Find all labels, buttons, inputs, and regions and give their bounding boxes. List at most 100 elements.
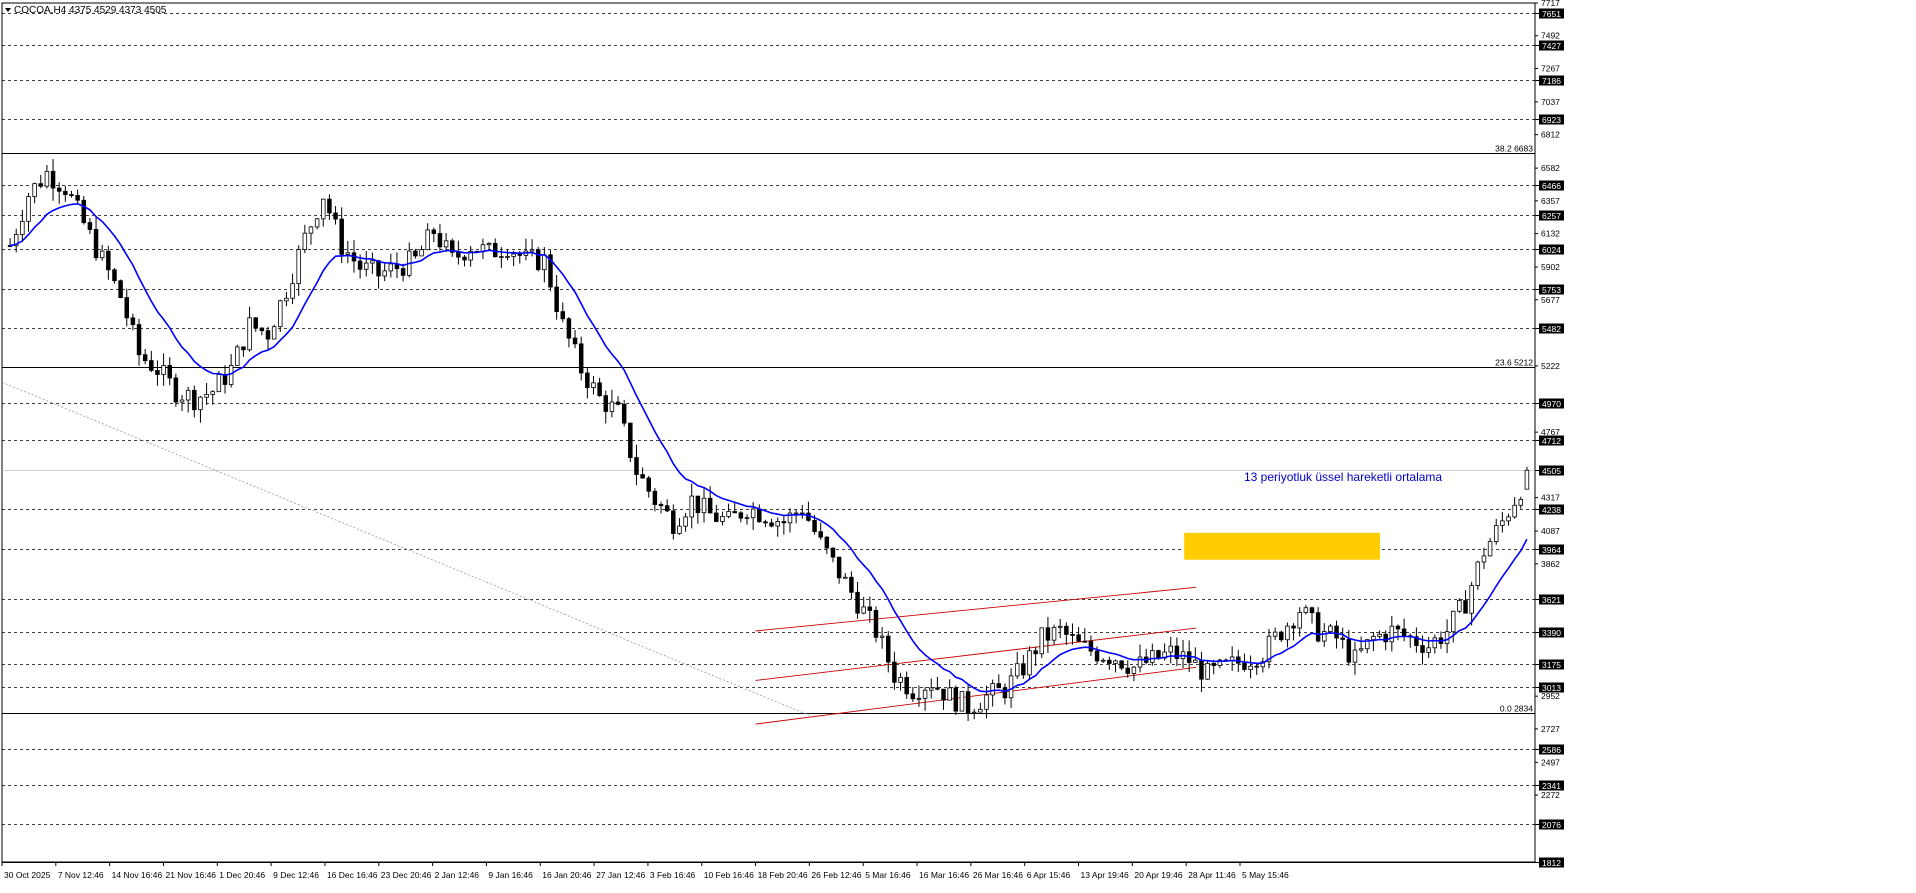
candle-bullish (388, 263, 394, 272)
price-axis-label: 3862 (1541, 559, 1560, 569)
candle-bullish (1272, 631, 1278, 637)
grid-layer (2, 13, 1535, 863)
chart-canvas[interactable]: 38.2 6683 23.6 5212 0.0 2834 7651 7427 7186 6… (0, 0, 1916, 888)
candle-bearish (707, 497, 713, 514)
candle-bearish (1334, 625, 1339, 639)
candle-bearish (996, 683, 1002, 689)
candle-bullish (505, 256, 510, 258)
price-marker-label: 4505 (1542, 466, 1561, 476)
candle-bullish (928, 687, 934, 691)
candle-bearish (167, 365, 172, 379)
candle-bullish (1358, 648, 1364, 651)
candle-bullish (26, 196, 31, 222)
price-chart[interactable]: 38.2 6683 23.6 5212 0.0 2834 7651 7427 7186 6… (0, 0, 1916, 888)
time-axis[interactable]: 30 Oct 2025 7 Nov 12:46 14 Nov 16:46 21 Nov… (1, 862, 1535, 880)
candle-bullish (314, 218, 320, 228)
candle-bullish (609, 401, 615, 412)
candle-bearish (566, 318, 572, 339)
candle-bearish (953, 687, 959, 712)
candle-bullish (843, 576, 848, 579)
candle-bearish (615, 401, 621, 405)
candle-bearish (781, 521, 787, 524)
candle-bullish (185, 389, 191, 401)
candle-bullish (1137, 656, 1143, 668)
candle-bearish (664, 505, 670, 512)
candle-bearish (437, 233, 443, 248)
candle-bearish (81, 199, 87, 223)
candle-bullish (1518, 499, 1524, 506)
price-marker-label: 5753 (1542, 285, 1561, 295)
candle-bearish (56, 187, 62, 192)
candle-bullish (978, 708, 983, 713)
price-marker-label: 7427 (1542, 41, 1561, 51)
price-marker-label: 3390 (1542, 628, 1561, 638)
candle-bearish (1002, 687, 1008, 699)
candle-bullish (775, 521, 780, 527)
price-marker-label: 7651 (1542, 9, 1561, 19)
candle-bearish (118, 280, 123, 298)
time-axis-label: 7 Nov 12:46 (58, 870, 104, 880)
candle-bearish (597, 382, 602, 397)
candle-bearish (1463, 600, 1468, 614)
price-axis-label: 6357 (1541, 196, 1560, 206)
candle-bullish (793, 512, 799, 515)
candle-bearish (1401, 628, 1407, 637)
candle-bearish (634, 457, 639, 475)
candle-bearish (621, 403, 627, 424)
candle-bullish (419, 249, 424, 257)
candle-bullish (922, 689, 928, 699)
candle-bearish (1076, 634, 1081, 642)
candle-bearish (69, 194, 74, 196)
time-axis-label: 13 Apr 19:46 (1081, 870, 1129, 880)
price-axis-label: 7492 (1541, 31, 1560, 41)
candles-layer (7, 159, 1530, 721)
candle-bullish (529, 249, 535, 252)
time-axis-label: 27 Jan 12:46 (596, 870, 645, 880)
price-marker-label: 3175 (1542, 660, 1561, 670)
candle-bearish (714, 512, 719, 522)
candle-bullish (1248, 665, 1253, 670)
candle-bearish (941, 688, 946, 701)
candle-bullish (370, 260, 375, 264)
price-axis-label: 5222 (1541, 361, 1560, 371)
fibonacci-level-label: 0.0 2834 (1500, 704, 1533, 714)
dropdown-triangle-icon[interactable] (5, 8, 11, 12)
channel-line-upper (755, 586, 1197, 632)
candle-bearish (585, 372, 590, 389)
candle-bearish (1279, 631, 1284, 641)
candle-bearish (1199, 659, 1204, 680)
candle-bullish (879, 635, 885, 638)
candle-bullish (296, 249, 301, 285)
candle-bearish (63, 190, 68, 195)
candle-bullish (744, 517, 750, 520)
candle-bearish (357, 260, 363, 270)
time-axis-label: 9 Dec 12:46 (273, 870, 319, 880)
candle-bearish (572, 337, 578, 345)
time-axis-label: 18 Feb 20:46 (758, 870, 808, 880)
candle-bearish (241, 346, 246, 351)
candle-bullish (1027, 650, 1032, 676)
price-marker-label: 7186 (1542, 76, 1561, 86)
candle-bullish (677, 525, 682, 534)
candle-bullish (198, 396, 203, 411)
candle-bearish (535, 249, 541, 271)
candle-bullish (278, 300, 283, 328)
candle-bearish (849, 576, 854, 593)
candle-bearish (1346, 639, 1352, 663)
price-axis[interactable]: 7651 7427 7186 6923 6466 6257 6024 5753 5482 4970… (1535, 0, 1564, 868)
candle-bearish (652, 490, 658, 505)
candle-bullish (1506, 516, 1511, 522)
candle-bullish (1444, 631, 1450, 644)
candle-bullish (990, 683, 995, 696)
price-marker-label: 4970 (1542, 399, 1561, 409)
candle-bearish (517, 253, 523, 256)
candle-bearish (253, 317, 258, 329)
candle-bullish (1285, 625, 1290, 641)
candle-bearish (327, 198, 332, 214)
candle-bearish (1383, 633, 1388, 643)
candle-bearish (112, 269, 117, 282)
plot-frame (1, 2, 1536, 863)
candle-bullish (1051, 626, 1057, 641)
candle-bearish (554, 286, 559, 313)
candle-bullish (99, 250, 105, 259)
